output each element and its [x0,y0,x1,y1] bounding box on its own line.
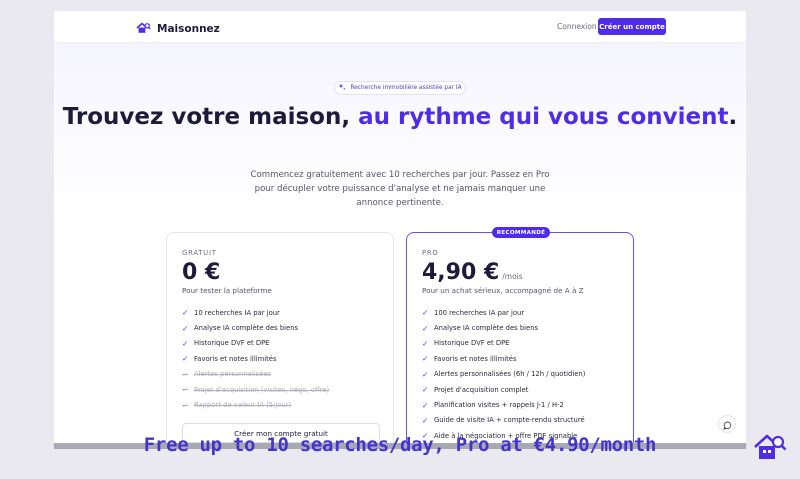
plan-price: 0 € [182,260,221,285]
headline-accent: au rythme qui vous convient [358,104,729,130]
feature-item: ✓ Guide de visite IA + compte-rendu struc… [422,413,585,428]
plan-period: /mois [502,272,523,281]
check-icon: ✓ [422,354,429,364]
plan-description: Pour un achat sérieux, accompagné de A à… [422,286,584,295]
check-icon: ✓ [182,354,189,364]
feature-item: ✓ Planification visites + rappels J-1 / H… [422,397,585,412]
check-icon: ✓ [182,385,189,395]
plan-description: Pour tester la plateforme [182,286,272,295]
feature-label: Alertes personnalisées [194,370,272,379]
brand-name: Maisonnez [157,22,220,35]
feature-label: Historique DVF et DPE [194,339,270,348]
plan-name: PRO [422,249,439,257]
check-icon: ✓ [422,323,429,333]
video-caption: Free up to 10 searches/day, Pro at €4.90… [143,434,657,456]
brand-link[interactable]: Maisonnez [136,19,220,38]
check-icon: ✓ [422,308,429,318]
feature-item: ✓ Analyse IA complète des biens [422,320,585,335]
headline-end: . [728,104,738,130]
app-window: Maisonnez Connexion Créer un compte Rech… [54,11,746,447]
check-icon: ✓ [422,415,429,425]
signup-button[interactable]: Créer un compte [598,18,666,35]
feature-item: ✓ Favoris et notes illimités [422,351,585,366]
check-icon: ✓ [182,323,189,333]
check-icon: ✓ [182,400,189,410]
check-icon: ✓ [182,308,189,318]
corner-house-search-icon [752,432,788,466]
house-search-icon [136,19,151,38]
check-icon: ✓ [182,338,189,348]
headline-text: Trouvez votre maison, [62,104,359,130]
feature-label: Historique DVF et DPE [434,339,510,348]
feature-label: Alertes personnalisées (6h / 12h / quoti… [434,370,586,379]
plan-card-pro: RECOMMANDÉ PRO 4,90 € /mois Pour un acha… [406,227,634,447]
feature-item: ✓ Alertes personnalisées (6h / 12h / quot… [422,367,585,382]
feature-item: ✓ Projet d'acquisition complet [422,382,585,397]
feature-label: Analyse IA complète des biens [194,324,299,333]
login-link[interactable]: Connexion [557,22,597,31]
price-row: 4,90 € /mois [422,260,523,285]
top-navbar: Maisonnez Connexion Créer un compte [54,11,746,43]
plan-name: GRATUIT [182,249,217,257]
plan-card-free: GRATUIT 0 € Pour tester la plateforme ✓ 1… [166,232,394,447]
chat-button[interactable] [718,415,736,433]
feature-label: 10 recherches IA par jour [194,308,280,317]
feature-label: 100 recherches IA par jour [434,308,525,317]
feature-item: ✓ 100 recherches IA par jour [422,305,585,320]
check-icon: ✓ [422,369,429,379]
plan-price: 4,90 € [422,260,500,285]
feature-label: Favoris et notes illimités [434,354,517,363]
check-icon: ✓ [422,338,429,348]
sparkles-icon [338,83,346,93]
feature-label: Rapport de valeur IA (5/jour) [194,401,292,410]
feature-label: Planification visites + rappels J-1 / H-… [434,401,564,410]
feature-label: Analyse IA complète des biens [434,324,539,333]
price-row: 0 € [182,260,220,285]
feature-item: ✓ Historique DVF et DPE [182,336,329,351]
hero-headline: Trouvez votre maison, au rythme qui vous… [54,103,746,132]
pill-label: Recherche immobilière assistée par IA [350,85,462,91]
feature-label: Guide de visite IA + compte-rendu struct… [434,416,585,425]
feature-list: ✓ 100 recherches IA par jour ✓ Analyse IA … [422,305,585,444]
feature-item: ✓ Favoris et notes illimités [182,351,329,366]
feature-item: ✓ 10 recherches IA par jour [182,305,329,320]
feature-label: Favoris et notes illimités [194,354,277,363]
feature-item: ✓ Historique DVF et DPE [422,336,585,351]
feature-item-disabled: ✓ Projet d'acquisition (visites, négo, of… [182,382,329,397]
feature-list: ✓ 10 recherches IA par jour ✓ Analyse IA c… [182,305,329,413]
hero-subtitle: Commencez gratuitement avec 10 recherche… [250,170,550,208]
feature-item: ✓ Analyse IA complète des biens [182,320,329,335]
check-icon: ✓ [422,385,429,395]
feature-label: Projet d'acquisition complet [434,385,529,394]
chat-bubble-icon [722,415,732,434]
check-icon: ✓ [422,400,429,410]
feature-label: Projet d'acquisition (visites, négo, off… [194,385,330,394]
ai-search-pill: Recherche immobilière assistée par IA [334,81,466,95]
check-icon: ✓ [182,369,189,379]
feature-item-disabled: ✓ Alertes personnalisées [182,367,329,382]
recommended-badge: RECOMMANDÉ [492,227,550,238]
feature-item-disabled: ✓ Rapport de valeur IA (5/jour) [182,397,329,412]
